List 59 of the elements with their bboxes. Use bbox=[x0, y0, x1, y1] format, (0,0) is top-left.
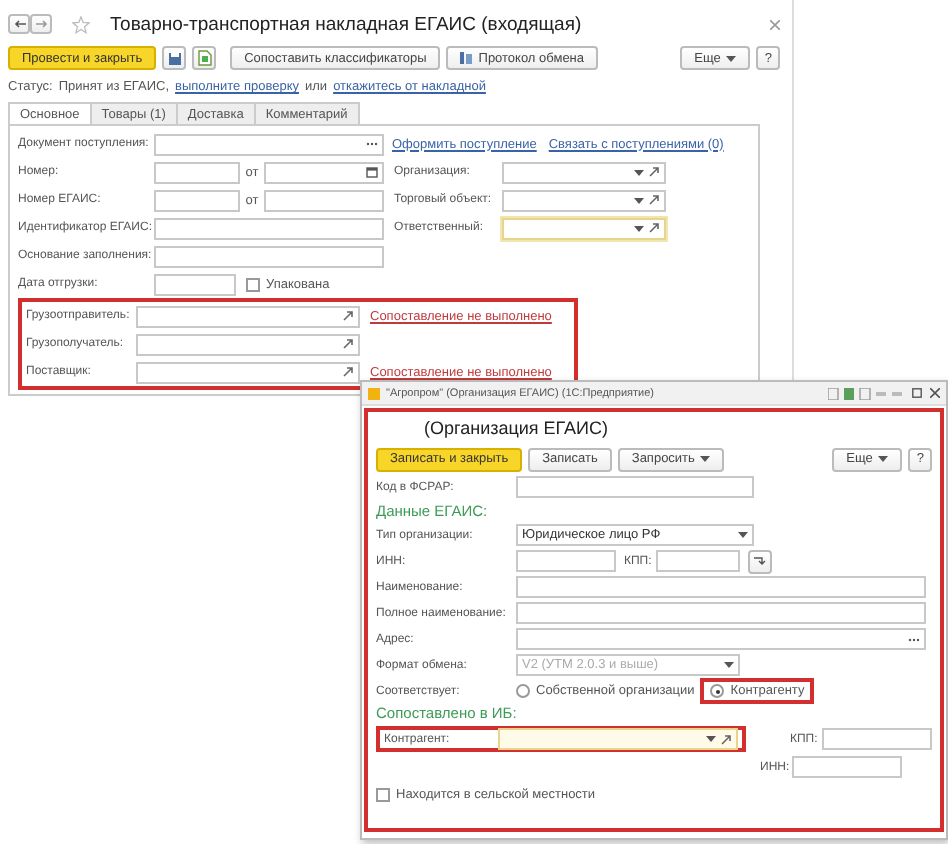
egais-id-field[interactable] bbox=[154, 217, 384, 239]
caret-icon bbox=[634, 197, 644, 203]
open-link-icon bbox=[648, 166, 660, 178]
fill-button[interactable] bbox=[748, 549, 772, 573]
app-icon bbox=[368, 387, 380, 399]
open-link-icon bbox=[342, 338, 354, 350]
open-link-icon bbox=[648, 222, 660, 234]
form-heading: (Организация ЕГАИС) bbox=[424, 418, 611, 440]
name-field[interactable] bbox=[516, 576, 926, 598]
fsrar-code-field[interactable] bbox=[516, 476, 754, 498]
organization-field[interactable] bbox=[502, 161, 666, 183]
address-field[interactable] bbox=[516, 628, 926, 650]
star-icon[interactable] bbox=[72, 15, 90, 33]
document-button[interactable] bbox=[192, 46, 217, 70]
caret-icon bbox=[634, 169, 644, 175]
receipt-document-field[interactable] bbox=[154, 133, 384, 155]
forward-button[interactable] bbox=[30, 14, 52, 34]
save-button[interactable] bbox=[162, 46, 187, 70]
log-icon bbox=[460, 52, 473, 64]
date-field[interactable] bbox=[264, 161, 384, 183]
close-icon[interactable] bbox=[770, 19, 780, 29]
open-link-icon bbox=[342, 310, 354, 322]
party-field[interactable] bbox=[136, 305, 360, 327]
caret-icon bbox=[700, 456, 711, 462]
ship-date-field[interactable] bbox=[154, 273, 236, 295]
maximize-icon[interactable] bbox=[912, 388, 922, 398]
egais-date-field[interactable] bbox=[264, 189, 384, 211]
close-icon[interactable] bbox=[930, 388, 940, 398]
kpp-field[interactable] bbox=[656, 550, 740, 572]
document-icon bbox=[197, 50, 212, 66]
window-title: Товарно-транспортная накладная ЕГАИС (входящая) bbox=[110, 13, 582, 35]
save-icon bbox=[167, 51, 182, 65]
open-link-icon bbox=[648, 194, 660, 206]
window-controls-icon[interactable] bbox=[828, 387, 904, 399]
responsible-field[interactable] bbox=[502, 217, 666, 239]
arrow-icon bbox=[754, 556, 766, 566]
caret-icon bbox=[724, 662, 734, 668]
caret-icon bbox=[706, 736, 716, 742]
party-field[interactable] bbox=[136, 333, 360, 355]
number-field[interactable] bbox=[154, 161, 240, 183]
calendar-icon bbox=[366, 166, 378, 178]
inn-field[interactable] bbox=[516, 550, 616, 572]
party-field[interactable] bbox=[136, 361, 360, 383]
back-button[interactable] bbox=[8, 14, 30, 34]
caret-icon bbox=[738, 532, 748, 538]
open-link-icon bbox=[720, 733, 732, 745]
counterparty-field[interactable] bbox=[498, 728, 738, 750]
caret-icon bbox=[878, 456, 889, 462]
forward-arrow-icon bbox=[35, 20, 47, 28]
counterparty-inn-field[interactable] bbox=[792, 756, 902, 778]
caret-icon bbox=[726, 55, 737, 61]
basis-field[interactable] bbox=[154, 245, 384, 267]
full-name-field[interactable] bbox=[516, 602, 926, 624]
open-link-icon bbox=[342, 366, 354, 378]
caret-icon bbox=[634, 225, 644, 231]
back-arrow-icon bbox=[13, 20, 25, 28]
egais-number-field[interactable] bbox=[154, 189, 240, 211]
counterparty-kpp-field[interactable] bbox=[822, 728, 932, 750]
trade-object-field[interactable] bbox=[502, 189, 666, 211]
